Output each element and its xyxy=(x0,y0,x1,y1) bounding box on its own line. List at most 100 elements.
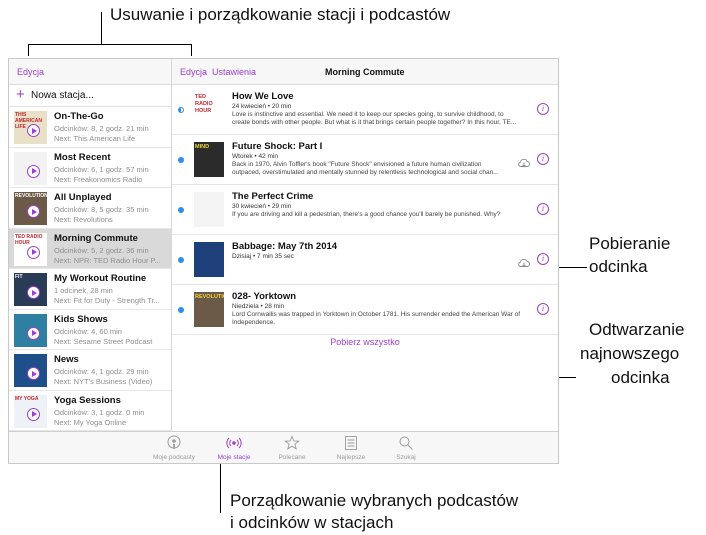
info-icon[interactable]: i xyxy=(537,303,549,315)
station-artwork: FIT xyxy=(14,273,47,306)
station-episode-count: Odcinków: 4, 60 min xyxy=(54,326,122,336)
station-next-episode: Next: Sesame Street Podcast xyxy=(54,336,153,346)
episode-description: Back in 1970, Alvin Toffler's book "Futu… xyxy=(232,161,482,168)
tab-bar: Moje podcasty Moje stacje Polecane Najlepsz… xyxy=(9,431,558,463)
station-episode-count: Odcinków: 8, 5 godz. 35 min xyxy=(54,205,149,214)
detail-toolbar: Edycja Ustawienia Morning Commute xyxy=(172,59,558,85)
plus-icon: + xyxy=(16,86,25,103)
station-next-episode: Next: This American Life xyxy=(54,134,136,143)
station-episode-count: Odcinków: 4, 1 godz. 29 min xyxy=(54,367,149,376)
station-row[interactable]: Most Recent Odcinków: 6, 1 godz. 57 min Ne… xyxy=(9,148,171,188)
station-row[interactable]: Kids Shows Odcinków: 4, 60 min Next: Sesam… xyxy=(9,310,171,350)
episode-title: Babbage: May 7th 2014 xyxy=(232,241,338,252)
station-episode-count: Odcinków: 6, 1 godz. 57 min xyxy=(54,164,149,174)
station-row[interactable]: TED RADIO HOUR Morning Commute Odcinków: 5… xyxy=(9,228,171,269)
info-icon[interactable]: i xyxy=(537,253,549,265)
callout-bottom-line xyxy=(220,463,221,513)
station-next-episode: Next: NYT's Business (Video) xyxy=(54,377,153,386)
info-icon[interactable]: i xyxy=(537,153,549,165)
settings-button[interactable]: Ustawienia xyxy=(212,67,256,77)
play-latest-icon[interactable] xyxy=(27,205,40,218)
station-row[interactable]: REVOLUTIONS All Unplayed Odcinków: 8, 5 go… xyxy=(9,188,171,229)
callout-play-label-3: odcinka xyxy=(611,368,670,387)
episode-description-cont: Independence. xyxy=(232,319,276,326)
station-title: Kids Shows xyxy=(54,313,108,325)
callout-download-label-2: odcinka xyxy=(589,257,648,276)
cloud-download-icon[interactable] xyxy=(517,155,531,168)
play-latest-icon[interactable] xyxy=(27,286,40,299)
station-title: On-The-Go xyxy=(54,111,104,122)
detail-edit-button[interactable]: Edycja xyxy=(180,67,207,77)
station-next-episode: Next: Freakonomics Radio xyxy=(54,174,143,184)
episode-artwork: REVOLUTIONS xyxy=(194,292,224,327)
episode-row[interactable]: REVOLUTIONS 028- YorktownNiedziela • 28 m… xyxy=(172,285,558,335)
episode-artwork xyxy=(194,192,224,227)
play-latest-icon[interactable] xyxy=(27,164,40,178)
station-episode-count: 1 odcinek, 28 min xyxy=(54,286,113,295)
station-row[interactable]: News Odcinków: 4, 1 godz. 29 min Next: NYT… xyxy=(9,350,171,391)
sidebar-toolbar: Edycja xyxy=(9,59,171,85)
info-icon[interactable]: i xyxy=(537,103,549,115)
play-latest-icon[interactable] xyxy=(27,245,40,259)
episode-artwork xyxy=(194,242,224,277)
callout-top-bracket-right xyxy=(191,44,192,56)
play-latest-icon[interactable] xyxy=(27,326,40,340)
callout-bottom-label-1: Porządkowanie wybranych podcastów xyxy=(230,491,519,510)
episode-title: Future Shock: Part I xyxy=(232,141,323,152)
callout-download-label-1: Pobieranie xyxy=(589,234,671,253)
station-detail-pane: Edycja Ustawienia Morning Commute TED RA… xyxy=(172,59,558,431)
episode-row[interactable]: TED RADIO HOUR How We Love 24 kwiecień • 2… xyxy=(172,85,558,135)
episode-date-duration: Wtorek • 42 min xyxy=(232,153,278,160)
callout-play-label-2: najnowszego xyxy=(580,344,680,363)
callout-play-label-1: Odtwarzanie xyxy=(589,320,685,339)
tab-label: Szukaj xyxy=(396,454,416,461)
episode-list: TED RADIO HOUR How We Love 24 kwiecień • 2… xyxy=(172,85,558,335)
station-next-episode: Next: Fit for Duty - Strength Tr... xyxy=(54,296,160,305)
station-title: Yoga Sessions xyxy=(54,394,121,406)
artwork-caption: REVOLUTIONS xyxy=(195,294,224,300)
new-station-button[interactable]: + Nowa stacja... xyxy=(9,85,171,107)
episode-row[interactable]: Babbage: May 7th 2014 Dzisiaj • 7 min 35 … xyxy=(172,235,558,285)
episode-description: Love is instinctive and essential. We ne… xyxy=(232,111,504,118)
list-icon xyxy=(343,435,359,451)
episode-description: Lord Cornwallis was trapped in Yorktown … xyxy=(232,311,521,318)
episode-description: If you are driving and kill a pedestrian… xyxy=(232,211,501,218)
info-icon[interactable]: i xyxy=(537,203,549,215)
callout-bottom-label-2: i odcinków w stacjach xyxy=(230,513,394,532)
play-latest-icon[interactable] xyxy=(27,367,40,380)
station-artwork: MY YOGA xyxy=(14,394,47,428)
station-row[interactable]: FIT My Workout Routine 1 odcinek, 28 min Ne… xyxy=(9,269,171,310)
station-artwork: REVOLUTIONS xyxy=(14,192,47,225)
station-title: Morning Commute xyxy=(54,232,138,244)
station-episode-count: Odcinków: 5, 2 godz. 36 min xyxy=(54,245,149,255)
unplayed-indicator xyxy=(178,157,184,163)
station-artwork: THIS AMERICAN LIFE xyxy=(14,111,47,144)
station-title: All Unplayed xyxy=(54,192,112,203)
station-next-episode: Next: My Yoga Online xyxy=(54,417,127,427)
radio-waves-icon xyxy=(226,435,242,451)
station-next-episode: Next: Revolutions xyxy=(54,215,113,224)
tab-search[interactable]: Szukaj xyxy=(371,432,441,463)
station-artwork xyxy=(14,354,47,387)
sidebar-edit-button[interactable]: Edycja xyxy=(17,67,44,77)
cloud-download-icon[interactable] xyxy=(517,255,531,268)
station-title: Most Recent xyxy=(54,151,111,163)
play-latest-icon[interactable] xyxy=(27,407,40,421)
episode-description-cont: outpaced, overstimulated and mentally st… xyxy=(232,169,499,176)
episode-row[interactable]: MIND Future Shock: Part I Wtorek • 42 min B… xyxy=(172,135,558,185)
episode-artwork: MIND xyxy=(194,142,224,177)
artwork-caption: MY YOGA xyxy=(15,395,39,402)
download-all-button[interactable]: Pobierz wszystko xyxy=(172,337,558,347)
episode-row[interactable]: The Perfect Crime 30 kwiecień • 29 min If … xyxy=(172,185,558,235)
stations-sidebar: Edycja + Nowa stacja... THIS AMERICAN LI… xyxy=(9,59,172,431)
station-row[interactable]: THIS AMERICAN LIFE On-The-Go Odcinków: 8, … xyxy=(9,107,171,148)
artwork-caption: TED RADIO HOUR xyxy=(15,233,43,246)
callout-top-line xyxy=(101,12,102,45)
station-row[interactable]: MY YOGA Yoga Sessions Odcinków: 3, 1 godz.… xyxy=(9,391,171,431)
station-artwork: TED RADIO HOUR xyxy=(14,232,47,266)
station-artwork xyxy=(14,313,47,347)
play-latest-icon[interactable] xyxy=(27,124,40,137)
station-episode-count: Odcinków: 8, 2 godz. 21 min xyxy=(54,124,149,133)
podcasts-app-window: Edycja + Nowa stacja... THIS AMERICAN LI… xyxy=(8,58,559,464)
episode-date-duration: 24 kwiecień • 20 min xyxy=(232,103,292,110)
